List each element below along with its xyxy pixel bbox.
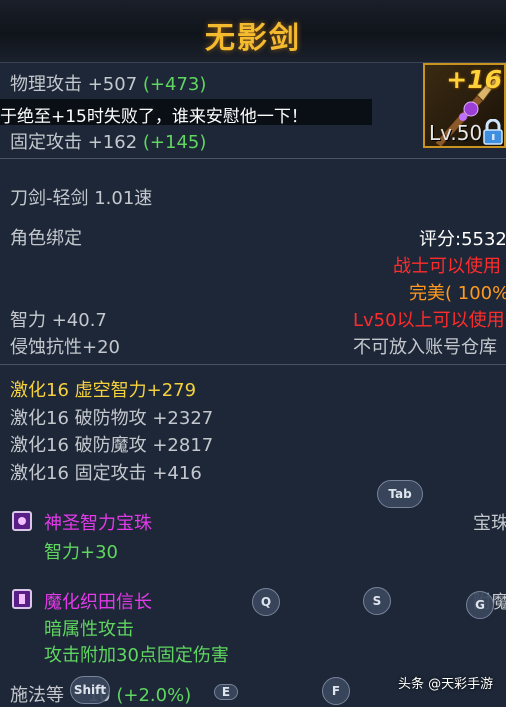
watermark: 头条 @天彩手游 bbox=[398, 677, 494, 692]
enhance-level: +16 bbox=[446, 65, 502, 94]
weapon-type: 刀剑-轻剑 1.01速 bbox=[10, 188, 153, 209]
account-storage-note: 不可放入账号仓库 bbox=[353, 337, 497, 358]
binding-status: 角色绑定 bbox=[10, 228, 82, 249]
item-icon[interactable]: +16 Lv.50 bbox=[423, 63, 506, 148]
key-tab[interactable]: Tab bbox=[377, 480, 423, 508]
key-e[interactable]: E bbox=[214, 684, 238, 700]
key-q[interactable]: Q bbox=[252, 588, 280, 616]
physical-attack-row: 物理攻击 +507 (+473) bbox=[10, 70, 206, 96]
gem-name: 神圣智力宝珠 bbox=[44, 513, 152, 534]
enchant-effect-2: 攻击附加30点固定伤害 bbox=[44, 645, 229, 666]
fixed-attack-bonus: (+145) bbox=[142, 132, 207, 153]
enchant-icon bbox=[12, 589, 32, 609]
durability-quality: 完美( 100% bbox=[409, 283, 506, 304]
ticker-text: 于绝至+15时失败了，谁来安慰他一下！ bbox=[0, 107, 308, 127]
item-level: Lv.50 bbox=[429, 121, 483, 145]
physical-attack-bonus: (+473) bbox=[142, 74, 207, 95]
activation-line: 激化16 破防物攻 +2327 bbox=[10, 408, 214, 429]
enchant-effect-1: 暗属性攻击 bbox=[44, 619, 134, 640]
divider-top bbox=[0, 158, 506, 159]
enchant-name: 魔化织田信长 bbox=[44, 592, 152, 613]
fixed-attack-label: 固定攻击 +162 bbox=[10, 132, 138, 153]
gem-slot-label: 宝珠 bbox=[473, 513, 506, 534]
activation-line: 激化16 虚空智力+279 bbox=[10, 380, 197, 401]
broadcast-ticker: 于绝至+15时失败了，谁来安慰他一下！ bbox=[0, 99, 372, 127]
physical-attack-label: 物理攻击 +507 bbox=[10, 74, 138, 95]
gem-glyph-icon bbox=[18, 517, 26, 525]
card-glyph-icon bbox=[19, 594, 25, 604]
item-title: 无影剑 bbox=[205, 21, 301, 56]
level-restriction: Lv50以上可以使用 bbox=[353, 310, 505, 331]
intelligence-stat: 智力 +40.7 bbox=[10, 310, 107, 331]
activation-line: 激化16 固定攻击 +416 bbox=[10, 463, 202, 484]
erosion-resist: 侵蚀抗性+20 bbox=[10, 337, 120, 358]
item-score: 评分:5532 bbox=[419, 229, 506, 250]
fixed-attack-row: 固定攻击 +162 (+145) bbox=[10, 128, 206, 154]
lock-icon bbox=[483, 119, 503, 145]
gem-icon bbox=[12, 511, 32, 531]
key-f[interactable]: F bbox=[322, 677, 350, 705]
title-bar: 无影剑 bbox=[0, 0, 506, 63]
class-restriction: 战士可以使用 bbox=[393, 256, 501, 277]
divider-middle bbox=[0, 364, 506, 365]
key-s[interactable]: S bbox=[363, 587, 391, 615]
key-g[interactable]: G bbox=[466, 591, 494, 619]
activation-line: 激化16 破防魔攻 +2817 bbox=[10, 435, 214, 456]
cast-speed-label: 施法等 bbox=[10, 685, 64, 706]
cast-speed-bonus: (+2.0%) bbox=[116, 685, 192, 706]
gem-effect: 智力+30 bbox=[44, 542, 118, 563]
